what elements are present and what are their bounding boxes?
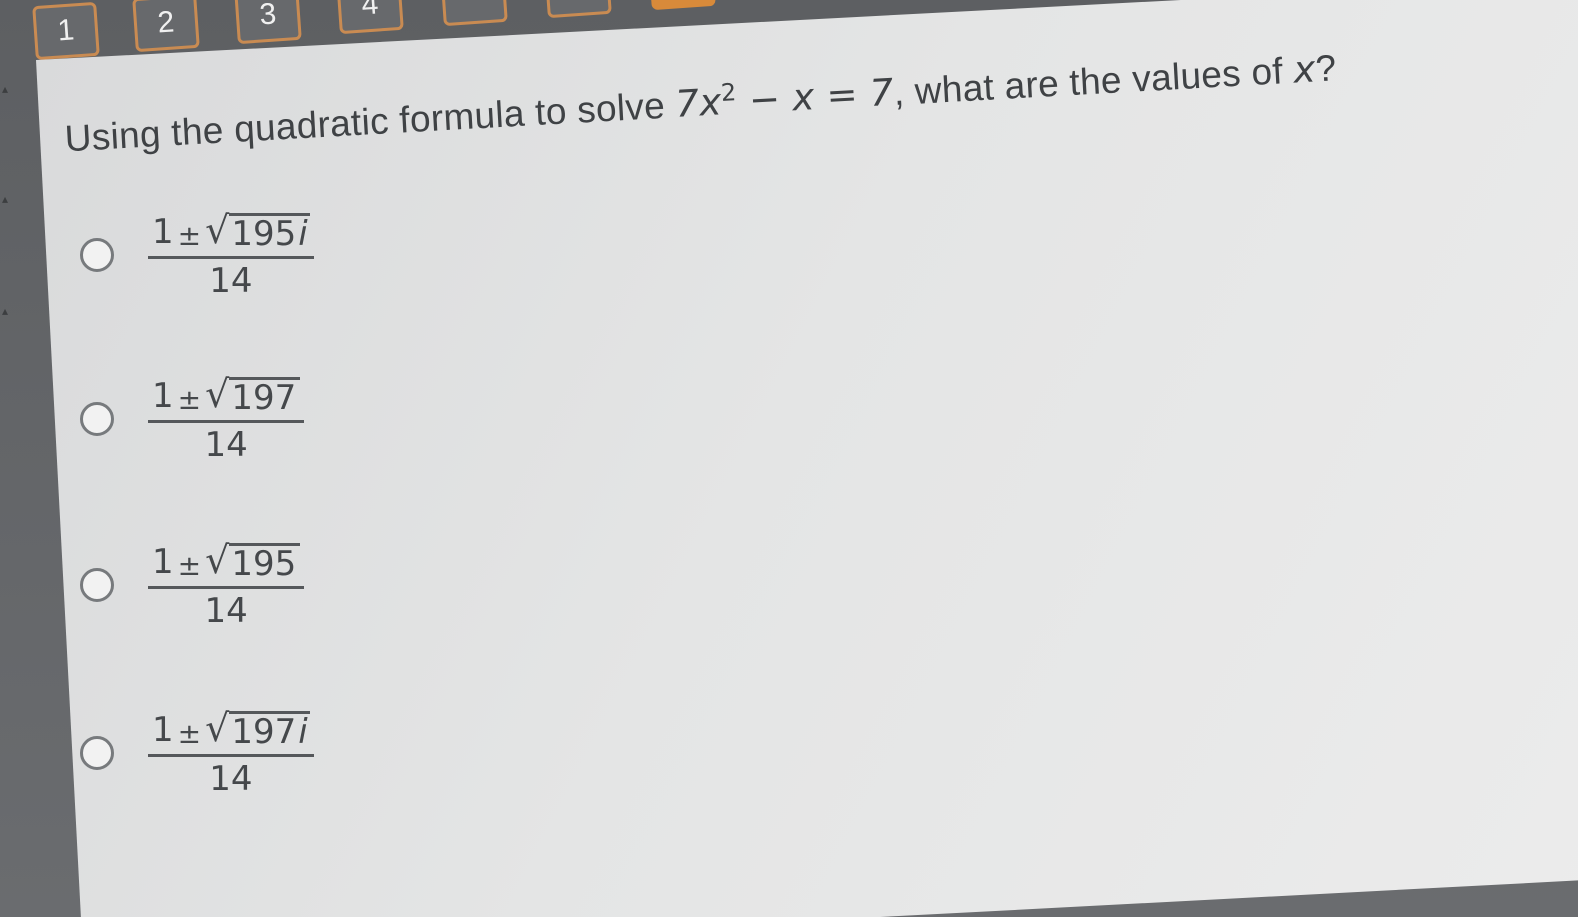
numerator-constant: 1 (152, 542, 174, 582)
equation-variable: x (698, 80, 723, 125)
question-6-button[interactable] (544, 0, 612, 19)
radicand-value: 197 (231, 712, 297, 752)
plus-minus-sign: ± (177, 549, 202, 582)
answer-option-d[interactable]: 1 ± √ 197i 14 (80, 706, 314, 799)
square-root-icon: √ (205, 538, 230, 582)
radio-button-a[interactable] (80, 237, 114, 272)
fraction-numerator: 1 ± √ 197 (148, 372, 305, 423)
answer-fraction: 1 ± √ 195i 14 (148, 208, 314, 301)
radicand-value: 195 (231, 544, 297, 584)
radicand: 195i (229, 213, 310, 254)
radicand-value: 195 (231, 214, 297, 254)
quiz-screen: 1 2 3 4 ▴ ▴ ▴ Using the quadratic formul… (0, 0, 1578, 917)
edge-mark: ▴ (2, 304, 9, 318)
radio-button-d[interactable] (80, 735, 114, 770)
fraction-numerator: 1 ± √ 195 (148, 538, 305, 589)
question-4-button[interactable]: 4 (336, 0, 404, 35)
radicand: 195 (229, 543, 301, 584)
square-root-icon: √ (205, 706, 230, 750)
question-2-button[interactable]: 2 (132, 0, 200, 53)
answer-option-b[interactable]: 1 ± √ 197 14 (80, 372, 305, 465)
edge-mark: ▴ (2, 192, 9, 206)
plus-minus-sign: ± (177, 717, 202, 750)
fraction-denominator: 14 (204, 425, 248, 465)
plus-minus-sign: ± (177, 383, 202, 416)
numerator-constant: 1 (152, 376, 174, 416)
radicand: 197 (229, 377, 301, 418)
equation-rest: − x = 7 (735, 71, 895, 123)
square-root-icon: √ (205, 372, 230, 416)
question-mark: ? (1314, 47, 1338, 90)
imaginary-unit: i (298, 712, 308, 752)
radio-button-b[interactable] (80, 401, 114, 436)
fraction-numerator: 1 ± √ 195i (148, 208, 314, 259)
radicand-value: 197 (231, 378, 297, 418)
answer-option-c[interactable]: 1 ± √ 195 14 (80, 538, 305, 631)
question-3-button[interactable]: 3 (234, 0, 302, 45)
answer-fraction: 1 ± √ 197i 14 (148, 706, 314, 799)
plus-minus-sign: ± (177, 219, 202, 252)
question-1-button[interactable]: 1 (32, 1, 100, 61)
question-5-button[interactable] (440, 0, 508, 27)
answer-fraction: 1 ± √ 197 14 (148, 372, 305, 465)
fraction-numerator: 1 ± √ 197i (148, 706, 314, 757)
edge-mark: ▴ (2, 82, 9, 96)
imaginary-unit: i (298, 214, 308, 254)
square-root-icon: √ (205, 208, 230, 252)
question-variable: x (1292, 47, 1317, 92)
fraction-denominator: 14 (209, 261, 253, 301)
equation-coefficient: 7 (674, 81, 701, 127)
radicand: 197i (229, 711, 310, 752)
fraction-denominator: 14 (204, 591, 248, 631)
numerator-constant: 1 (152, 212, 174, 252)
answer-option-a[interactable]: 1 ± √ 195i 14 (80, 208, 314, 301)
radio-button-c[interactable] (80, 567, 114, 602)
answer-fraction: 1 ± √ 195 14 (148, 538, 305, 631)
question-7-button[interactable] (648, 0, 716, 11)
fraction-denominator: 14 (209, 759, 253, 799)
numerator-constant: 1 (152, 710, 174, 750)
